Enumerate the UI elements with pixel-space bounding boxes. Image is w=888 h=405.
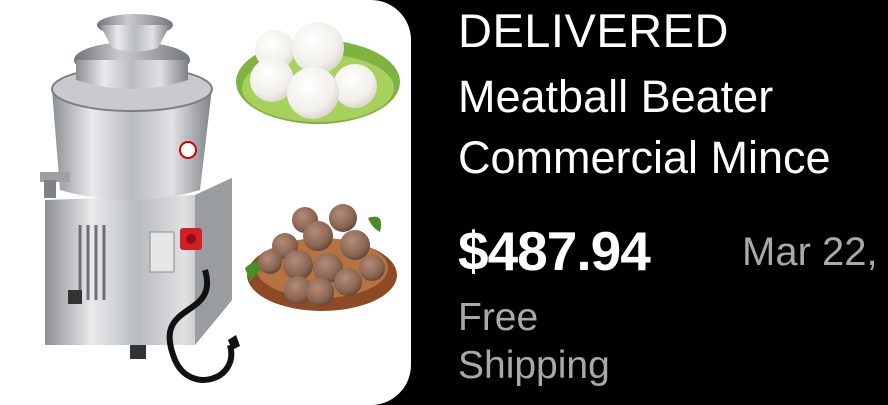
order-date: Mar 22, [742, 230, 878, 274]
order-status: DELIVERED [458, 4, 729, 57]
shipping-line: Free [458, 296, 539, 339]
meatball-plate-image [245, 204, 397, 311]
fishball-plate-image [236, 22, 400, 124]
order-item-details: DELIVERED Meatball Beater Commercial Min… [458, 0, 888, 405]
order-item-card[interactable]: DELIVERED Meatball Beater Commercial Min… [0, 0, 888, 405]
product-title-line: Commercial Mince [458, 132, 831, 183]
product-thumbnail[interactable] [0, 0, 411, 405]
shipping-info: Free Shipping [458, 294, 610, 390]
shipping-line: Shipping [458, 344, 610, 387]
order-price: $487.94 [458, 220, 651, 282]
meatball-beater-image [40, 14, 240, 383]
product-title-line: Meatball Beater [458, 71, 774, 122]
product-title[interactable]: Meatball Beater Commercial Mince [458, 66, 888, 188]
